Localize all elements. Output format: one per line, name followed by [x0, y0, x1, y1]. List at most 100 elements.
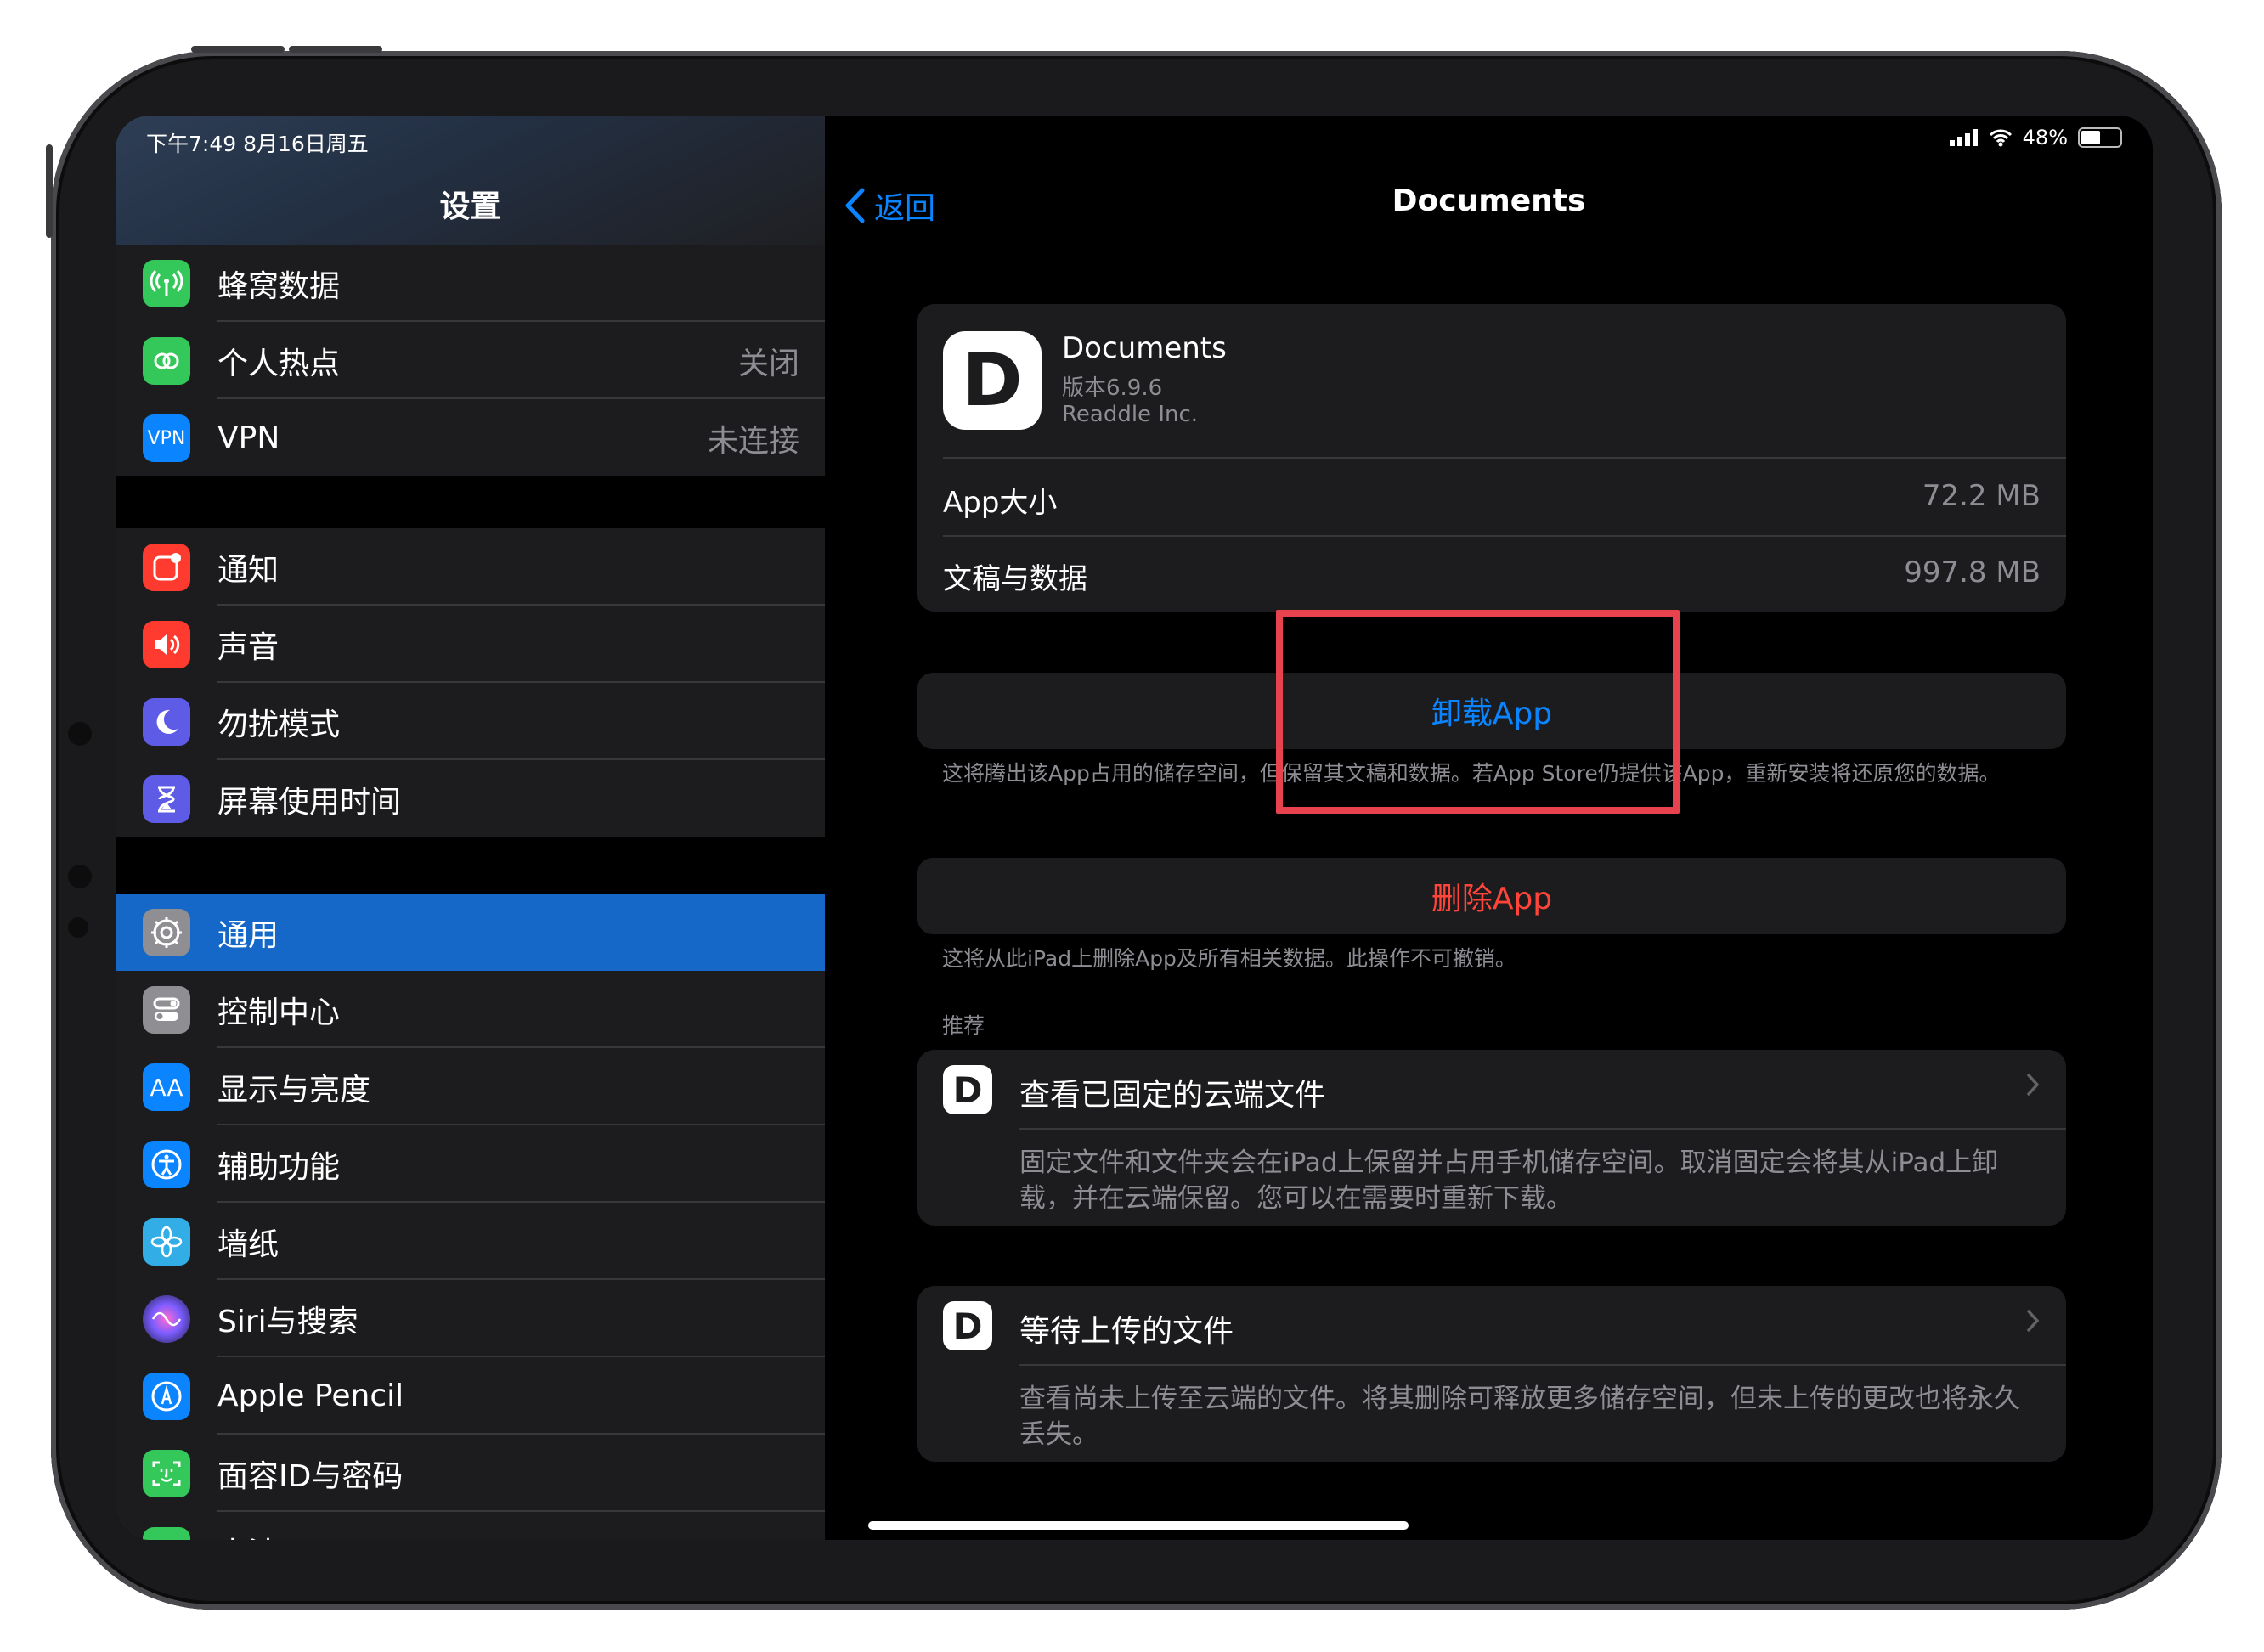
sidebar-item-display[interactable]: AA 显示与亮度	[116, 1048, 825, 1125]
sidebar-item-label: 通用	[217, 917, 279, 953]
app-name: Documents	[1062, 331, 1227, 365]
sidebar-item-dnd[interactable]: 勿扰模式	[116, 683, 825, 760]
sensor-dot	[68, 722, 92, 746]
battery-icon	[2078, 127, 2122, 148]
app-size-row: App大小 72.2 MB	[917, 459, 2066, 535]
divider	[1019, 1128, 2066, 1130]
ipad-screen: 下午7:49 8月16日周五 设置 蜂窝数据 个人热点 关闭 VPN VPN 未…	[116, 116, 2153, 1540]
delete-note: 这将从此iPad上删除App及所有相关数据。此操作不可撤销。	[942, 946, 1516, 971]
docs-data-value: 997.8 MB	[1904, 555, 2041, 589]
face-id-icon	[143, 1450, 190, 1497]
siri-icon	[143, 1295, 190, 1343]
sidebar-item-value: 关闭	[737, 346, 799, 381]
sidebar-item-label: 勿扰模式	[217, 707, 341, 742]
recommend-header: 推荐	[942, 1013, 985, 1038]
app-developer: Readdle Inc.	[1062, 402, 1199, 427]
sidebar-item-label: Apple Pencil	[217, 1379, 404, 1413]
accessibility-icon	[143, 1141, 190, 1188]
docs-data-label: 文稿与数据	[943, 562, 1087, 596]
battery-percent: 48%	[2022, 126, 2068, 149]
app-icon-letter: D	[952, 1305, 983, 1347]
vpn-icon: VPN	[143, 414, 190, 462]
documents-app-icon: D	[943, 1301, 992, 1350]
sensor-dot	[68, 917, 88, 938]
sidebar-item-label: 辅助功能	[217, 1149, 341, 1185]
sidebar-item-wallpaper[interactable]: 墙纸	[116, 1203, 825, 1280]
toggles-icon	[143, 986, 190, 1034]
sidebar-item-siri[interactable]: Siri与搜索	[116, 1280, 825, 1357]
sidebar-item-label: 通知	[217, 552, 279, 588]
antenna-icon	[143, 260, 190, 307]
sidebar-item-general[interactable]: 通用	[116, 894, 825, 971]
cellular-signal-icon	[1949, 129, 1978, 146]
delete-app-button[interactable]: 删除App	[917, 858, 2066, 934]
sidebar-item-vpn[interactable]: VPN VPN 未连接	[116, 399, 825, 476]
text-size-icon: AA	[143, 1063, 190, 1111]
sidebar-item-hotspot[interactable]: 个人热点 关闭	[116, 322, 825, 399]
sidebar-item-label: 屏幕使用时间	[217, 784, 402, 820]
status-indicators: 48%	[1949, 126, 2122, 149]
recommendation-title: 查看已固定的云端文件	[1019, 1078, 1326, 1113]
delete-app-label: 删除App	[1431, 882, 1553, 916]
gear-icon	[143, 909, 190, 956]
app-size-value: 72.2 MB	[1922, 479, 2041, 513]
top-button	[46, 144, 53, 238]
moon-icon	[143, 698, 190, 746]
sidebar-item-label: 电池	[217, 1529, 279, 1541]
sidebar-item-screen-time[interactable]: 屏幕使用时间	[116, 760, 825, 837]
page-title: Documents	[1392, 183, 1586, 218]
sidebar-item-cellular[interactable]: 蜂窝数据	[116, 245, 825, 322]
sidebar-item-label: 控制中心	[217, 995, 341, 1030]
annotation-highlight-box	[1276, 610, 1680, 814]
sidebar-item-label: 蜂窝数据	[217, 268, 341, 304]
app-info-card: D Documents 版本6.9.6 Readdle Inc. App大小 7…	[917, 304, 2066, 612]
flower-icon	[143, 1218, 190, 1266]
wifi-icon	[1989, 129, 2012, 147]
sidebar-item-label: 显示与亮度	[217, 1072, 371, 1108]
hotspot-icon	[143, 337, 190, 385]
recommendation-pending-uploads[interactable]: D 等待上传的文件 查看尚未上传至云端的文件。将其删除可释放更多储存空间，但未上…	[917, 1286, 2066, 1462]
pencil-icon	[143, 1373, 190, 1420]
sidebar-header: 下午7:49 8月16日周五 设置	[116, 116, 825, 245]
docs-data-row: 文稿与数据 997.8 MB	[917, 535, 2066, 612]
app-size-label: App大小	[943, 486, 1058, 520]
recommendation-desc: 查看尚未上传至云端的文件。将其删除可释放更多储存空间，但未上传的更改也将永久丢失…	[1019, 1384, 2020, 1450]
sidebar-item-accessibility[interactable]: 辅助功能	[116, 1125, 825, 1203]
sidebar-item-value: 未连接	[707, 423, 799, 459]
sidebar-item-face-id[interactable]: 面容ID与密码	[116, 1435, 825, 1512]
sidebar-item-notifications[interactable]: 通知	[116, 528, 825, 606]
battery-icon	[143, 1527, 190, 1540]
chevron-right-icon	[2027, 1074, 2040, 1096]
volume-button	[191, 46, 285, 53]
hourglass-icon	[143, 775, 190, 823]
app-icon-letter: D	[962, 338, 1023, 423]
app-icon-letter: D	[952, 1068, 983, 1111]
sidebar-item-apple-pencil[interactable]: Apple Pencil	[116, 1357, 825, 1435]
text-size-icon-text: AA	[150, 1073, 183, 1102]
home-indicator[interactable]	[868, 1521, 1409, 1530]
settings-sidebar: 下午7:49 8月16日周五 设置 蜂窝数据 个人热点 关闭 VPN VPN 未…	[116, 116, 825, 1540]
sidebar-item-battery[interactable]: 电池	[116, 1512, 825, 1540]
sensor-dot	[68, 865, 92, 888]
recommendation-title: 等待上传的文件	[1019, 1314, 1234, 1349]
sidebar-item-label: Siri与搜索	[217, 1304, 359, 1339]
sidebar-item-label: 面容ID与密码	[217, 1458, 404, 1494]
sidebar-item-sounds[interactable]: 声音	[116, 606, 825, 683]
notifications-icon	[143, 544, 190, 591]
sidebar-group-general: 通用 控制中心 AA 显示与亮度 辅助功能 墙纸 Siri与搜索 Apple P…	[116, 894, 825, 1540]
volume-button	[289, 46, 382, 53]
documents-app-icon: D	[943, 1065, 992, 1114]
chevron-right-icon	[2027, 1310, 2040, 1332]
sidebar-group-notifications: 通知 声音 勿扰模式 屏幕使用时间	[116, 528, 825, 837]
sidebar-item-control-center[interactable]: 控制中心	[116, 971, 825, 1048]
sidebar-item-label: 声音	[217, 629, 279, 665]
sidebar-item-label: VPN	[217, 420, 280, 455]
recommendation-pinned-files[interactable]: D 查看已固定的云端文件 固定文件和文件夹会在iPad上保留并占用手机储存空间。…	[917, 1050, 2066, 1226]
sidebar-title: 设置	[439, 189, 501, 224]
sidebar-item-label: 墙纸	[217, 1226, 279, 1262]
recommendation-desc: 固定文件和文件夹会在iPad上保留并占用手机储存空间。取消固定会将其从iPad上…	[1019, 1147, 1999, 1214]
vpn-icon-text: VPN	[147, 427, 186, 449]
sidebar-item-label: 个人热点	[217, 346, 341, 381]
speaker-icon	[143, 621, 190, 668]
divider	[1019, 1364, 2066, 1366]
